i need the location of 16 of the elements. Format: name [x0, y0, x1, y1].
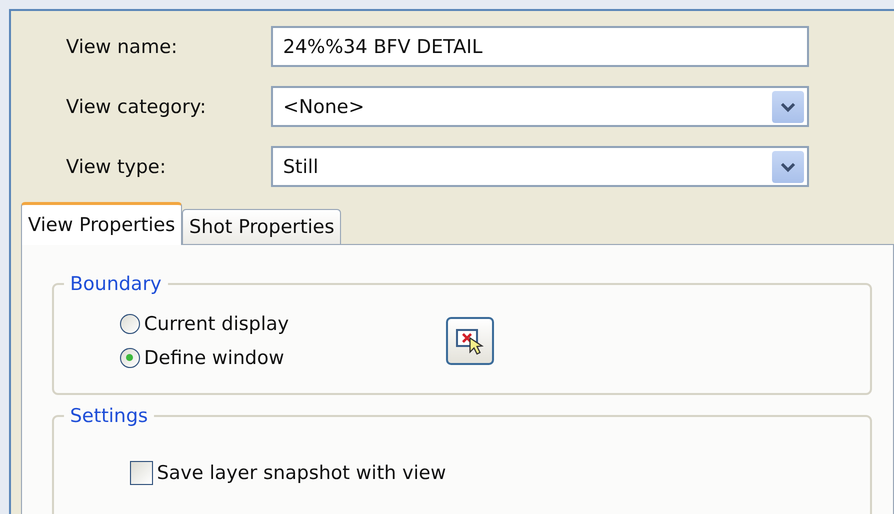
- input-field[interactable]: 24%%34 BFV DETAIL: [271, 26, 809, 67]
- field-label: View type:: [65, 156, 167, 178]
- checkbox[interactable]: [130, 461, 153, 485]
- tab[interactable]: Shot Properties: [182, 209, 342, 244]
- radio-button[interactable]: [120, 314, 140, 334]
- field-label: View category:: [65, 96, 208, 118]
- dropdown-field[interactable]: <None>: [271, 86, 809, 127]
- field-label: View name:: [65, 36, 178, 58]
- option-label: Save layer snapshot with view: [156, 462, 446, 484]
- window-cursor-icon: [455, 326, 485, 356]
- radio-button[interactable]: [120, 348, 140, 368]
- pick-window-button[interactable]: [446, 317, 494, 365]
- option-label: Define window: [144, 347, 284, 369]
- tab[interactable]: View Properties: [21, 202, 182, 245]
- dropdown-field[interactable]: Still: [271, 146, 809, 187]
- option-label: Current display: [144, 313, 289, 335]
